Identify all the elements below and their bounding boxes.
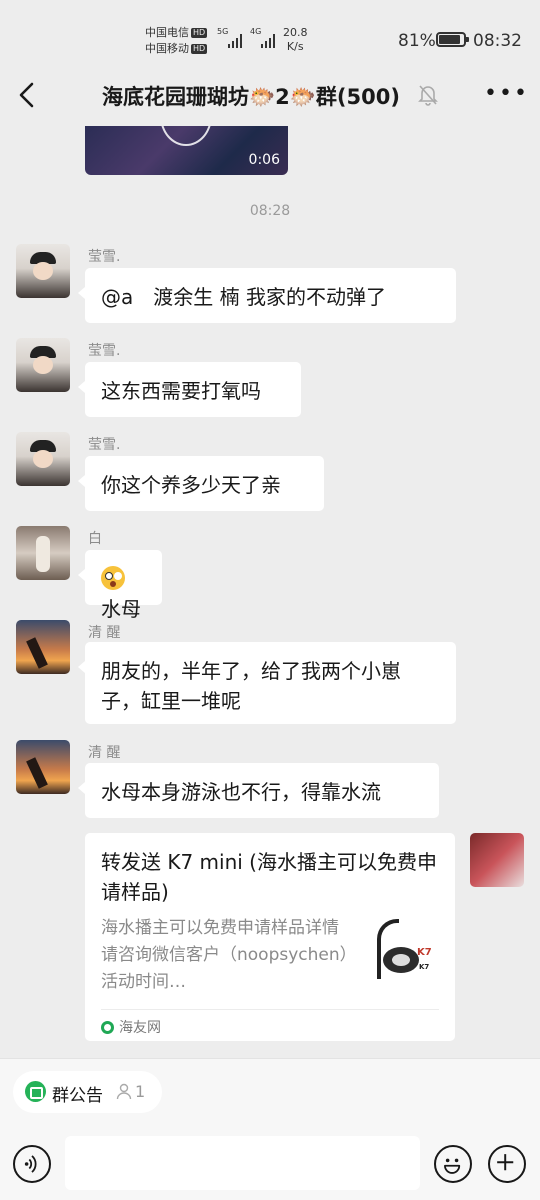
status-bar: 中国电信 HD 中国移动 HD 5G 4G 20.8 K/s 81% 08:32 — [0, 0, 540, 64]
emoji-picker-icon[interactable] — [434, 1145, 472, 1183]
avatar[interactable] — [16, 740, 70, 794]
card-thumbnail: K7 K7 — [371, 917, 441, 991]
speed-unit: K/s — [286, 40, 304, 53]
source-logo-icon — [101, 1021, 114, 1034]
shared-link-card[interactable]: 转发送 K7 mini (海水播主可以免费申请样品) 海水播主可以免费申请样品详… — [85, 833, 455, 1041]
add-attachment-icon[interactable] — [488, 1145, 526, 1183]
voice-input-icon[interactable] — [13, 1145, 51, 1183]
battery-percentage: 81% — [398, 31, 436, 51]
battery-icon — [436, 32, 469, 47]
sender-name: 莹雪. — [88, 437, 121, 453]
carrier-2: 中国移动 — [145, 42, 189, 55]
sender-name: 莹雪. — [88, 249, 121, 265]
video-duration: 0:06 — [248, 152, 280, 168]
mute-bell-icon — [418, 85, 438, 106]
sender-name: 白 — [88, 531, 102, 547]
source-name: 海友网 — [119, 1020, 161, 1036]
message-text: 水母 — [101, 597, 141, 621]
notice-label: 群公告 — [52, 1086, 103, 1106]
message-text: 水母本身游泳也不行，得靠水流 — [101, 780, 381, 804]
network-speed: 20.8 K/s — [283, 26, 308, 54]
message-bubble[interactable]: 水母 — [78, 550, 162, 621]
carrier-info: 中国电信 HD 中国移动 HD — [145, 25, 208, 57]
message-text: 这东西需要打氧吗 — [101, 379, 261, 403]
card-source: 海友网 — [101, 1017, 161, 1037]
status-time: 08:32 — [473, 31, 522, 51]
message-bubble[interactable]: 朋友的，半年了，给了我两个小崽子，缸里一堆呢 — [78, 642, 456, 724]
carrier-1: 中国电信 — [145, 26, 189, 39]
hd-badge-1: HD — [191, 28, 208, 38]
signal-5g-icon — [228, 32, 244, 48]
signal-4g-icon — [261, 32, 277, 48]
user-icon — [116, 1083, 132, 1100]
back-arrow-icon[interactable] — [14, 80, 42, 110]
card-description: 海水播主可以免费申请样品详情请咨询微信客户（noopsychen）活动时间… — [101, 918, 349, 992]
more-options-icon[interactable]: ••• — [484, 83, 527, 105]
message-bubble[interactable]: 这东西需要打氧吗 — [78, 362, 301, 417]
sender-name: 清 醒 — [88, 625, 121, 641]
avatar[interactable] — [16, 244, 70, 298]
group-notice-button[interactable]: 群公告 1 — [13, 1071, 162, 1113]
avatar[interactable] — [16, 620, 70, 674]
sender-name: 清 醒 — [88, 745, 121, 761]
avatar[interactable] — [16, 432, 70, 486]
hd-badge-2: HD — [191, 44, 208, 54]
chat-title: 海底花园珊瑚坊🐡2🐡群(500) — [102, 85, 400, 109]
lamp-base-shape — [383, 947, 419, 973]
chat-input-area: 群公告 1 — [0, 1058, 540, 1200]
message-bubble[interactable]: 你这个养多少天了亲 — [78, 456, 324, 511]
message-bubble[interactable]: @a 渡余生 楠 我家的不动弹了 — [78, 268, 456, 323]
chat-timestamp: 08:28 — [249, 203, 291, 219]
astonished-emoji-icon — [101, 566, 125, 590]
avatar[interactable] — [16, 338, 70, 392]
chat-header: 海底花园珊瑚坊🐡2🐡群(500) ••• — [0, 64, 540, 126]
message-text: 朋友的，半年了，给了我两个小崽子，缸里一堆呢 — [101, 659, 401, 713]
avatar[interactable] — [470, 833, 524, 887]
message-bubble[interactable]: 水母本身游泳也不行，得靠水流 — [78, 763, 439, 818]
notice-count: 1 — [135, 1082, 146, 1101]
notice-icon — [25, 1081, 46, 1102]
sender-name: 莹雪. — [88, 343, 121, 359]
thumbnail-logo: K7 — [417, 947, 432, 958]
avatar[interactable] — [16, 526, 70, 580]
message-text: @a 渡余生 楠 我家的不动弹了 — [101, 285, 386, 309]
message-text: 你这个养多少天了亲 — [101, 473, 281, 497]
video-message-thumbnail[interactable]: 0:06 — [85, 126, 288, 175]
network-4g-label: 4G — [250, 27, 262, 36]
play-button-icon — [160, 126, 212, 146]
card-title: 转发送 K7 mini (海水播主可以免费申请样品) — [101, 850, 437, 904]
message-input[interactable] — [65, 1136, 420, 1190]
speed-value: 20.8 — [283, 26, 308, 39]
network-5g-label: 5G — [217, 27, 229, 36]
card-divider — [101, 1009, 439, 1010]
thumbnail-model: K7 — [419, 963, 430, 971]
